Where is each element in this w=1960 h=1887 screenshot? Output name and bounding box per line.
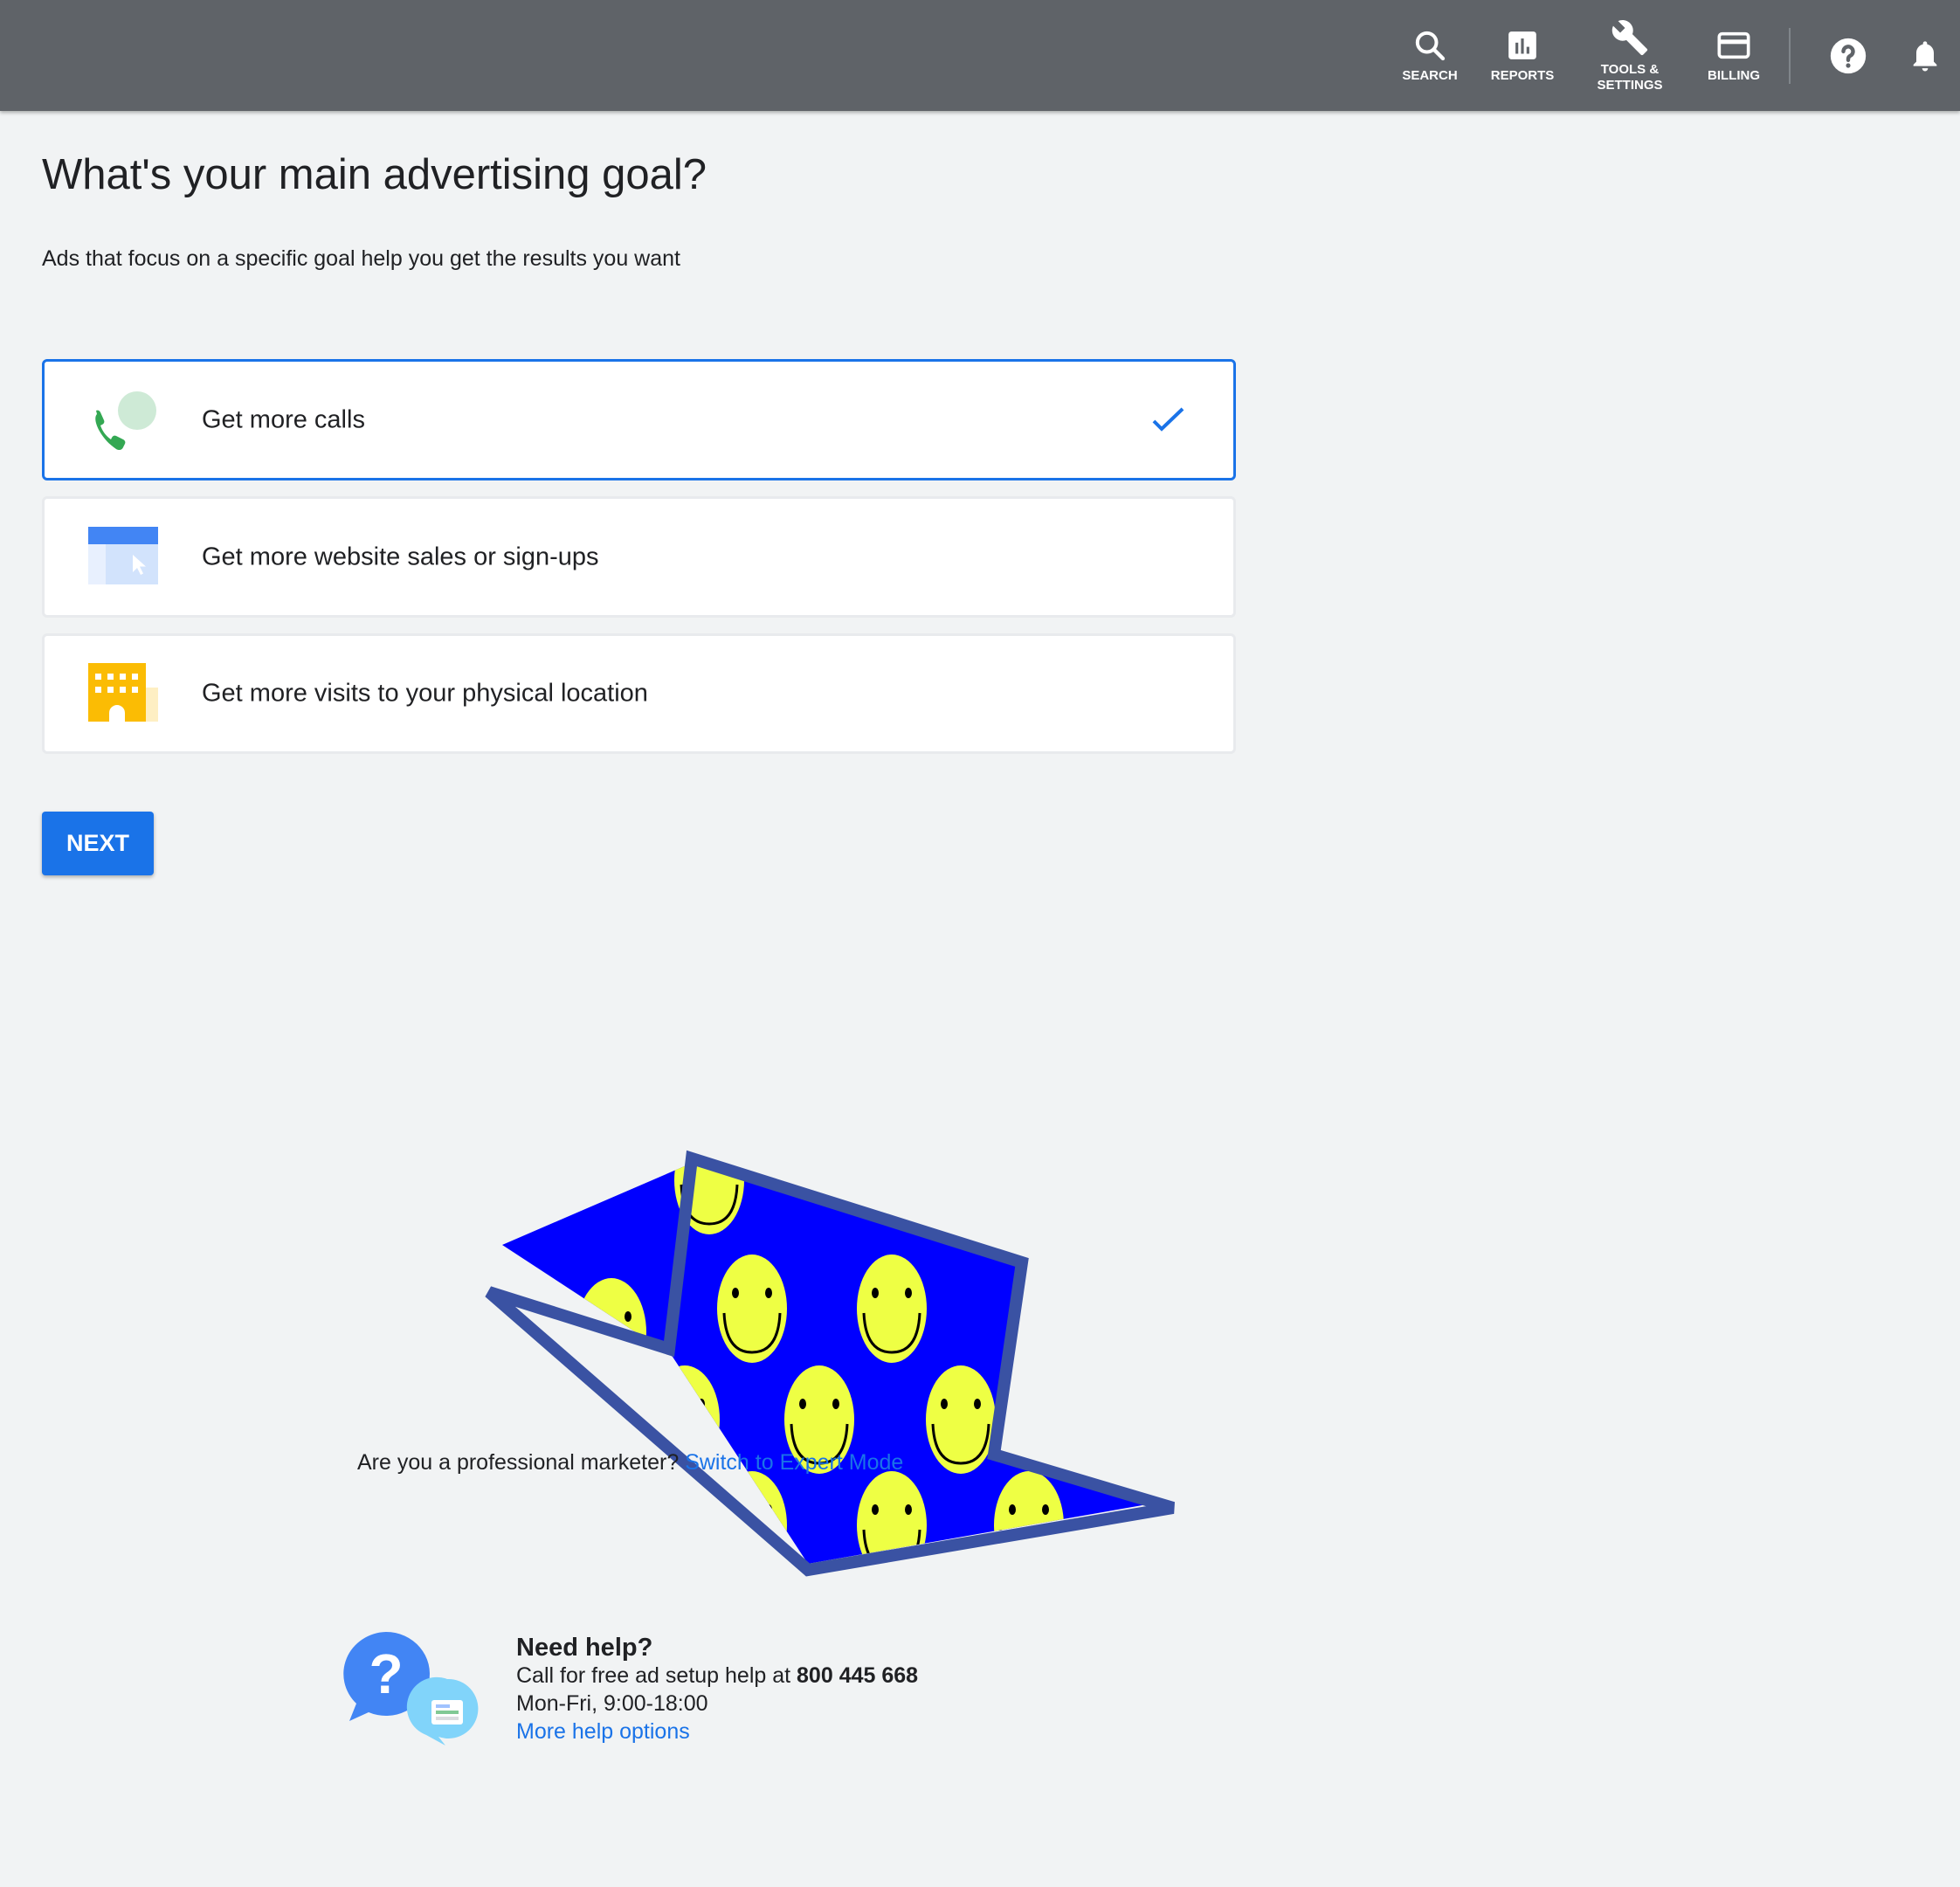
- search-label: SEARCH: [1402, 67, 1458, 83]
- help-hours: Mon-Fri, 9:00-18:00: [516, 1691, 708, 1716]
- help-heading: Need help?: [516, 1634, 653, 1662]
- smiley-face: [857, 1255, 927, 1363]
- bell-icon: [1913, 40, 1937, 71]
- page-title: What's your main advertising goal?: [42, 151, 707, 198]
- search-button[interactable]: SEARCH: [1398, 0, 1462, 111]
- svg-text:?: ?: [369, 1642, 403, 1705]
- goal-option-calls[interactable]: Get more calls: [42, 359, 1236, 480]
- notifications-button[interactable]: [1904, 0, 1946, 111]
- goal-label: Get more website sales or sign-ups: [202, 543, 599, 570]
- help-section: Need help? Call for free ad setup help a…: [516, 1634, 918, 1745]
- smiley-face: [926, 1365, 996, 1474]
- next-button[interactable]: NEXT: [42, 812, 154, 875]
- tools-settings-label: TOOLS & SETTINGS: [1597, 61, 1663, 93]
- switch-expert-mode-link[interactable]: Switch to Expert Mode: [685, 1450, 903, 1475]
- goal-option-website[interactable]: Get more website sales or sign-ups: [42, 496, 1236, 618]
- website-cursor-icon: [88, 526, 158, 584]
- search-icon: [1415, 31, 1446, 60]
- wrench-icon: [1611, 19, 1648, 55]
- page-subtitle: Ads that focus on a specific goal help y…: [42, 246, 680, 271]
- expert-mode-prompt: Are you a professional marketer? Switch …: [357, 1450, 903, 1476]
- checkmark-icon: [1152, 407, 1184, 432]
- help-call-line: Call for free ad setup help at 800 445 6…: [516, 1663, 919, 1688]
- goal-label: Get more visits to your physical locatio…: [202, 679, 648, 708]
- smiley-face: [717, 1255, 787, 1363]
- phone-chat-icon: [95, 391, 156, 450]
- top-bar: SEARCH REPORTS TOOLS & SETTINGS BILLING: [0, 0, 1960, 111]
- billing-button[interactable]: BILLING: [1698, 0, 1770, 111]
- goal-option-visits[interactable]: Get more visits to your physical locatio…: [42, 633, 1236, 754]
- help-icon: [1830, 38, 1867, 73]
- help-chat-icon: ?: [343, 1632, 479, 1745]
- help-button[interactable]: [1827, 0, 1869, 111]
- more-help-options-link[interactable]: More help options: [516, 1719, 690, 1744]
- billing-label: BILLING: [1708, 67, 1760, 83]
- smiley-arrow-illustration: [485, 1150, 1175, 1577]
- reports-label: REPORTS: [1490, 67, 1555, 83]
- help-phone-number: 800 445 668: [797, 1663, 919, 1688]
- credit-card-icon: [1717, 31, 1750, 59]
- building-icon: [88, 663, 158, 722]
- topbar-divider: [1789, 28, 1791, 84]
- goal-label: Get more calls: [202, 405, 365, 433]
- expert-question: Are you a professional marketer?: [357, 1450, 680, 1475]
- tools-settings-button[interactable]: TOOLS & SETTINGS: [1588, 0, 1672, 111]
- reports-icon: [1508, 31, 1536, 59]
- reports-button[interactable]: REPORTS: [1485, 0, 1560, 111]
